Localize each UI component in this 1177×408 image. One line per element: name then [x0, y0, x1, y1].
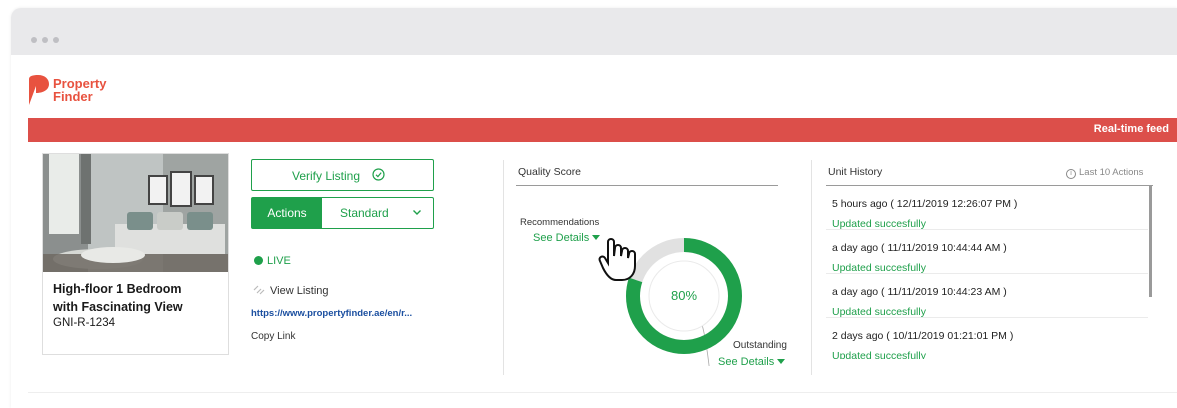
listing-url-link[interactable]: https://www.propertyfinder.ae/en/r... — [251, 308, 412, 319]
last-actions-label: i Last 10 Actions — [1066, 167, 1143, 179]
live-status-label: LIVE — [267, 255, 291, 267]
live-dot-icon — [254, 256, 263, 265]
history-status: Updated succesfully — [832, 262, 926, 274]
history-item: 5 hours ago ( 12/11/2019 12:26:07 PM ) U… — [826, 186, 1148, 230]
history-time: a day ago ( 11/11/2019 10:44:23 AM ) — [832, 286, 1007, 298]
outstanding-label: Outstanding — [733, 340, 787, 351]
chevron-down-icon[interactable] — [412, 207, 422, 217]
quality-score-underline — [516, 185, 778, 186]
live-status: LIVE — [254, 255, 291, 267]
history-list[interactable]: 5 hours ago ( 12/11/2019 12:26:07 PM ) U… — [826, 186, 1148, 359]
history-status: Updated succesfully — [832, 350, 926, 359]
history-scrollbar[interactable] — [1149, 186, 1152, 297]
verify-listing-button[interactable]: Verify Listing — [251, 159, 434, 191]
view-listing-link[interactable]: View Listing — [253, 285, 329, 297]
see-details-label: See Details — [533, 232, 590, 244]
last-actions-text: Last 10 Actions — [1079, 167, 1144, 178]
actions-control: Actions Standard — [251, 197, 434, 229]
property-finder-logo[interactable]: Property Finder — [27, 73, 117, 109]
caret-down-icon — [777, 359, 786, 364]
view-listing-label: View Listing — [270, 285, 329, 297]
window-dot[interactable] — [53, 37, 59, 43]
logo-mark-icon — [29, 75, 49, 105]
logo-line2: Finder — [53, 89, 93, 104]
window-controls — [31, 30, 64, 48]
see-details-recommendations[interactable]: See Details — [533, 232, 601, 244]
listing-title: High-floor 1 Bedroom with Fascinating Vi… — [53, 280, 223, 316]
check-circle-icon — [372, 168, 385, 181]
listing-photo — [43, 154, 228, 272]
see-details-outstanding[interactable]: See Details — [718, 356, 786, 368]
history-item: 2 days ago ( 10/11/2019 01:21:01 PM ) Up… — [826, 318, 1148, 359]
listing-title-line1: High-floor 1 Bedroom — [53, 282, 182, 296]
listing-reference: GNI-R-1234 — [53, 317, 115, 329]
history-status: Updated succesfully — [832, 306, 926, 318]
verify-listing-label: Verify Listing — [292, 169, 361, 183]
listing-panel: High-floor 1 Bedroom with Fascinating Vi… — [28, 142, 1177, 393]
link-icon — [253, 285, 265, 295]
logo-text: Property Finder — [53, 77, 106, 103]
pointer-hand-icon — [598, 238, 636, 281]
info-icon: i — [1066, 169, 1076, 179]
divider — [811, 160, 812, 375]
score-value: 80% — [671, 288, 697, 303]
history-time: 5 hours ago ( 12/11/2019 12:26:07 PM ) — [832, 198, 1018, 210]
history-time: 2 days ago ( 10/11/2019 01:21:01 PM ) — [832, 330, 1014, 342]
copy-link-button[interactable]: Copy Link — [251, 331, 295, 342]
history-item: a day ago ( 11/11/2019 10:44:44 AM ) Upd… — [826, 230, 1148, 274]
see-details-label: See Details — [718, 356, 775, 368]
standard-dropdown[interactable]: Standard — [340, 206, 389, 220]
living-room-image — [43, 154, 228, 272]
window-dot[interactable] — [42, 37, 48, 43]
quality-score-title: Quality Score — [518, 166, 582, 178]
page-content: Property Finder Real-time feed High-floo… — [11, 55, 1177, 408]
realtime-banner: Real-time feed — [28, 118, 1177, 142]
unit-history-title: Unit History — [828, 166, 883, 178]
history-time: a day ago ( 11/11/2019 10:44:44 AM ) — [832, 242, 1007, 254]
listing-title-line2: with Fascinating View — [53, 300, 183, 314]
actions-button[interactable]: Actions — [252, 198, 322, 228]
history-status: Updated succesfully — [832, 218, 926, 230]
realtime-feed-label: Real-time feed — [1093, 123, 1169, 135]
listing-card[interactable]: High-floor 1 Bedroom with Fascinating Vi… — [42, 153, 229, 355]
history-item: a day ago ( 11/11/2019 10:44:23 AM ) Upd… — [826, 274, 1148, 318]
recommendations-label: Recommendations — [520, 217, 600, 228]
divider — [503, 160, 504, 375]
window-dot[interactable] — [31, 37, 37, 43]
